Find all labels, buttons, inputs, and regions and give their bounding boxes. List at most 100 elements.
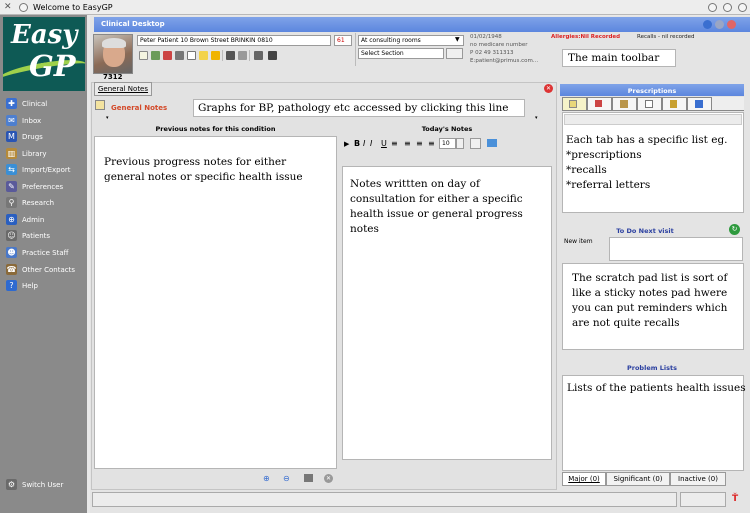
status-bar-right xyxy=(680,492,726,507)
select-section-field[interactable]: Select Section xyxy=(358,48,444,59)
practice-staff-icon: ☻ xyxy=(6,247,17,258)
tab-referral-letters[interactable] xyxy=(612,97,637,111)
font-size-stepper[interactable] xyxy=(456,138,464,149)
tab-staff[interactable] xyxy=(662,97,687,111)
scroll-up-arrow[interactable]: ▾ xyxy=(535,115,538,121)
italic-button[interactable]: I xyxy=(363,139,365,148)
sticky-note-icon[interactable] xyxy=(199,51,208,60)
font-size-spinner[interactable]: 10 xyxy=(439,138,456,149)
form-icon[interactable] xyxy=(151,51,160,60)
sidebar-item-drugs[interactable]: M Drugs xyxy=(6,129,86,144)
annotation-scratch-text: The scratch pad list is sort of like a s… xyxy=(572,272,728,329)
sidebar-item-practice-staff[interactable]: ☻ Practice Staff xyxy=(6,245,86,260)
inbox-icon: ✉ xyxy=(6,115,17,126)
maximize-button[interactable] xyxy=(723,3,732,12)
print-notes-icon[interactable] xyxy=(304,474,313,482)
sidebar-item-patients[interactable]: ☺ Patients xyxy=(6,228,86,243)
zoom-in-icon[interactable]: ⊕ xyxy=(263,474,270,483)
star-icon[interactable] xyxy=(211,51,220,60)
print-icon[interactable] xyxy=(254,51,263,60)
location-select[interactable]: At consulting rooms xyxy=(358,35,464,46)
patient-name-field[interactable]: Peter Patient 10 Brown Street BRINKIN 08… xyxy=(137,35,331,46)
switch-user-button[interactable]: ⚙ Switch User xyxy=(6,477,86,492)
new-item-label: New item xyxy=(564,238,593,245)
alert-icon[interactable]: Ť xyxy=(732,494,738,504)
play-icon[interactable]: ▶ xyxy=(344,140,349,148)
window-menu-icon[interactable]: ✕ xyxy=(4,2,12,12)
patient-age-field: 61 xyxy=(334,35,352,46)
tab-recalls[interactable] xyxy=(587,97,612,111)
sidebar-item-admin[interactable]: ⊕ Admin xyxy=(6,212,86,227)
previous-notes-panel[interactable] xyxy=(94,136,337,469)
sidebar-item-library[interactable]: ▥ Library xyxy=(6,146,86,161)
todays-notes-toolbar-bg xyxy=(342,152,552,166)
align-left-button[interactable]: ≡ xyxy=(391,139,398,148)
document-icon[interactable] xyxy=(187,51,196,60)
scissors-icon[interactable] xyxy=(175,51,184,60)
tab-list-header-row xyxy=(564,114,742,125)
tab-significant[interactable]: Significant (0) xyxy=(606,472,670,486)
sidebar-item-inbox[interactable]: ✉ Inbox xyxy=(6,113,86,128)
patient-dob: 01/02/1948 xyxy=(470,34,502,40)
pen-tab-icon xyxy=(595,100,602,107)
patient-email[interactable]: E:patient@primus.com... xyxy=(470,58,538,64)
settings-circle-button[interactable] xyxy=(715,20,724,29)
switch-user-label: Switch User xyxy=(22,480,64,489)
tab-major[interactable]: Major (0) xyxy=(562,472,606,486)
sidebar-item-other-contacts[interactable]: ☎ Other Contacts xyxy=(6,262,86,277)
sidebar-item-help[interactable]: ? Help xyxy=(6,278,86,293)
insert-button[interactable] xyxy=(470,138,481,149)
general-notes-section-label[interactable]: General Notes xyxy=(111,104,167,112)
list-icon[interactable] xyxy=(238,51,247,60)
recalls-status[interactable]: Recalls - nil recorded xyxy=(637,34,695,40)
clear-notes-icon[interactable]: ✕ xyxy=(324,474,333,483)
sidebar-item-import-export[interactable]: ⇆ Import/Export xyxy=(6,162,86,177)
sidebar-item-clinical[interactable]: ✚ Clinical xyxy=(6,96,86,111)
underline-button[interactable]: U xyxy=(381,139,387,148)
zoom-out-icon[interactable]: ⊖ xyxy=(283,474,290,483)
window-pin-icon[interactable] xyxy=(19,3,28,12)
bold-button[interactable]: B xyxy=(354,139,360,148)
panel-title: Clinical Desktop xyxy=(101,20,165,28)
toolbar-separator xyxy=(222,50,223,61)
easygp-logo: Easy GP xyxy=(3,17,85,91)
pen-icon[interactable] xyxy=(163,51,172,60)
save-icon[interactable] xyxy=(268,51,277,60)
tab-inactive[interactable]: Inactive (0) xyxy=(670,472,726,486)
close-panel-button[interactable] xyxy=(727,20,736,29)
tab-download[interactable] xyxy=(687,97,712,111)
section-go-button[interactable] xyxy=(446,48,463,59)
book-icon[interactable] xyxy=(226,51,235,60)
patient-medicare: no medicare number xyxy=(470,42,528,48)
align-center-button[interactable]: ≡ xyxy=(404,139,411,148)
annotation-problems-text: Lists of the patients health issues xyxy=(567,382,746,394)
help-circle-button[interactable] xyxy=(703,20,712,29)
folder-icon[interactable] xyxy=(487,139,497,147)
minimize-button[interactable] xyxy=(708,3,717,12)
close-tab-button[interactable]: ✕ xyxy=(544,84,553,93)
patient-photo xyxy=(93,34,133,74)
tab-documents[interactable] xyxy=(637,97,662,111)
italic-alt-button[interactable]: I xyxy=(370,139,372,148)
tab-prescriptions[interactable] xyxy=(562,97,587,111)
allergies-status[interactable]: Allergies:Nil Recorded xyxy=(551,34,620,40)
todays-notes-header: Today's Notes xyxy=(421,125,473,133)
patient-phone: P 02 49 311313 xyxy=(470,50,514,56)
help-icon: ? xyxy=(6,280,17,291)
new-item-input[interactable] xyxy=(609,237,743,261)
sidebar-item-preferences[interactable]: ✎ Preferences xyxy=(6,179,86,194)
scroll-up-arrow[interactable]: ▾ xyxy=(106,115,109,121)
align-right-button[interactable]: ≡ xyxy=(416,139,423,148)
drugs-icon: M xyxy=(6,131,17,142)
sidebar-item-label: Patients xyxy=(22,231,51,240)
sidebar-item-label: Clinical xyxy=(22,99,48,108)
close-window-button[interactable] xyxy=(738,3,747,12)
location-dropdown-arrow[interactable]: ▼ xyxy=(455,36,460,43)
refresh-icon[interactable]: ↻ xyxy=(729,224,740,235)
graph-note-icon[interactable] xyxy=(95,100,105,110)
new-note-icon[interactable] xyxy=(139,51,148,60)
justify-button[interactable]: ≡ xyxy=(428,139,435,148)
annotation-graphs-text: Graphs for BP, pathology etc accessed by… xyxy=(198,102,509,114)
sidebar-item-research[interactable]: ⚲ Research xyxy=(6,195,86,210)
tab-general-notes[interactable]: General Notes xyxy=(94,82,152,96)
